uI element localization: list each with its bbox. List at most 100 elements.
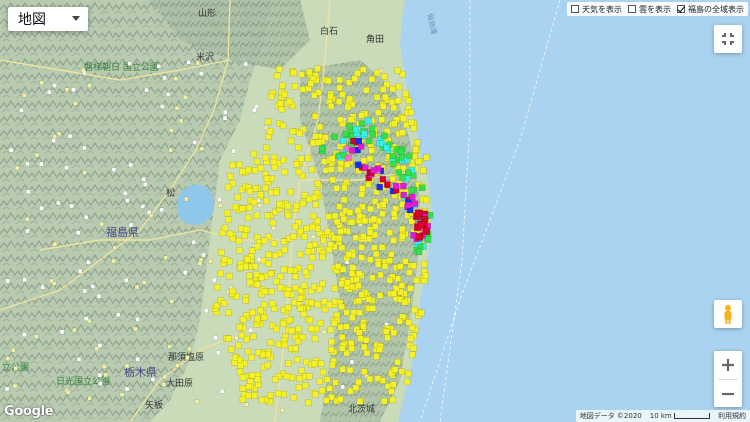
marker-yellow[interactable] xyxy=(294,356,301,363)
marker-yellow[interactable] xyxy=(246,278,254,286)
marker-red[interactable] xyxy=(415,209,423,217)
marker-yellow[interactable] xyxy=(267,392,274,399)
marker-yellow[interactable] xyxy=(374,375,382,382)
marker-white[interactable] xyxy=(111,258,116,264)
marker-yellow[interactable] xyxy=(261,288,269,295)
marker-yellow[interactable] xyxy=(331,284,338,292)
marker-yellow[interactable] xyxy=(244,214,252,221)
marker-yellow[interactable] xyxy=(276,65,283,73)
marker-yellow[interactable] xyxy=(251,167,259,174)
marker-yellow[interactable] xyxy=(314,180,321,187)
marker-white[interactable] xyxy=(49,278,54,284)
marker-yellow[interactable] xyxy=(325,213,332,220)
marker-yellow[interactable] xyxy=(361,368,368,375)
marker-yellow[interactable] xyxy=(404,378,411,386)
marker-yellow[interactable] xyxy=(214,284,221,291)
marker-yellow[interactable] xyxy=(273,72,281,80)
marker-yellow[interactable] xyxy=(355,297,363,305)
marker-yellow[interactable] xyxy=(239,385,247,392)
marker-white[interactable] xyxy=(86,260,91,265)
marker-white[interactable] xyxy=(128,162,133,168)
marker-yellow[interactable] xyxy=(236,323,243,331)
marker-white[interactable] xyxy=(39,80,44,85)
marker-yellow[interactable] xyxy=(305,399,312,406)
marker-yellow[interactable] xyxy=(373,93,381,101)
marker-yellow[interactable] xyxy=(345,79,353,86)
marker-yellow[interactable] xyxy=(308,325,315,332)
marker-yellow[interactable] xyxy=(228,346,235,353)
marker-yellow[interactable] xyxy=(355,270,363,277)
marker-white[interactable] xyxy=(5,356,10,361)
marker-yellow[interactable] xyxy=(343,323,350,330)
marker-yellow[interactable] xyxy=(275,390,282,397)
marker-yellow[interactable] xyxy=(373,353,380,360)
marker-hot[interactable] xyxy=(411,200,419,207)
marker-white[interactable] xyxy=(216,350,221,355)
marker-hot[interactable] xyxy=(349,147,356,154)
marker-yellow[interactable] xyxy=(224,183,232,191)
marker-white[interactable] xyxy=(185,355,190,360)
marker-yellow[interactable] xyxy=(240,316,247,323)
marker-white[interactable] xyxy=(244,402,249,407)
marker-yellow[interactable] xyxy=(213,302,221,310)
marker-green[interactable] xyxy=(406,152,413,160)
zoom-in-button[interactable] xyxy=(714,351,742,379)
marker-yellow[interactable] xyxy=(366,229,374,236)
marker-green[interactable] xyxy=(319,144,326,152)
marker-yellow[interactable] xyxy=(348,269,356,277)
marker-yellow[interactable] xyxy=(339,91,346,98)
marker-yellow[interactable] xyxy=(375,109,382,116)
marker-green[interactable] xyxy=(418,184,426,192)
marker-white[interactable] xyxy=(310,234,316,239)
marker-yellow[interactable] xyxy=(395,83,403,91)
marker-yellow[interactable] xyxy=(352,234,359,242)
marker-white[interactable] xyxy=(187,346,192,352)
marker-yellow[interactable] xyxy=(239,374,247,381)
marker-yellow[interactable] xyxy=(285,360,292,367)
marker-yellow[interactable] xyxy=(407,109,415,116)
marker-yellow[interactable] xyxy=(278,106,286,113)
marker-yellow[interactable] xyxy=(382,93,389,101)
marker-yellow[interactable] xyxy=(369,305,377,312)
marker-white[interactable] xyxy=(169,298,175,304)
marker-yellow[interactable] xyxy=(360,233,367,240)
marker-yellow[interactable] xyxy=(360,157,367,164)
marker-white[interactable] xyxy=(257,203,263,208)
marker-green[interactable] xyxy=(346,123,353,130)
marker-yellow[interactable] xyxy=(295,144,302,151)
marker-white[interactable] xyxy=(116,312,121,317)
marker-green[interactable] xyxy=(390,160,397,168)
marker-white[interactable] xyxy=(19,108,24,113)
marker-yellow[interactable] xyxy=(227,173,234,180)
marker-yellow[interactable] xyxy=(294,338,302,345)
marker-white[interactable] xyxy=(213,335,218,340)
marker-white[interactable] xyxy=(159,207,164,213)
terms-link[interactable]: 利用規約 xyxy=(718,411,746,421)
marker-yellow[interactable] xyxy=(287,188,295,196)
marker-yellow[interactable] xyxy=(225,309,232,317)
marker-yellow[interactable] xyxy=(368,147,375,154)
marker-yellow[interactable] xyxy=(324,228,331,235)
marker-yellow[interactable] xyxy=(408,119,415,126)
marker-white[interactable] xyxy=(101,364,107,369)
marker-yellow[interactable] xyxy=(386,257,393,264)
marker-white[interactable] xyxy=(192,140,197,145)
marker-yellow[interactable] xyxy=(261,237,268,244)
marker-green[interactable] xyxy=(415,248,423,256)
marker-yellow[interactable] xyxy=(365,296,373,303)
marker-yellow[interactable] xyxy=(299,200,307,207)
marker-yellow[interactable] xyxy=(333,218,341,226)
marker-yellow[interactable] xyxy=(300,282,308,289)
marker-yellow[interactable] xyxy=(272,278,280,285)
marker-yellow[interactable] xyxy=(390,290,398,297)
marker-yellow[interactable] xyxy=(254,315,261,322)
marker-yellow[interactable] xyxy=(337,159,345,167)
street-view-button[interactable] xyxy=(714,300,742,328)
marker-yellow[interactable] xyxy=(250,198,258,206)
marker-yellow[interactable] xyxy=(320,237,327,244)
marker-yellow[interactable] xyxy=(328,155,336,162)
marker-white[interactable] xyxy=(51,138,56,143)
marker-yellow[interactable] xyxy=(231,203,239,211)
marker-yellow[interactable] xyxy=(344,103,352,111)
marker-yellow[interactable] xyxy=(246,187,254,195)
